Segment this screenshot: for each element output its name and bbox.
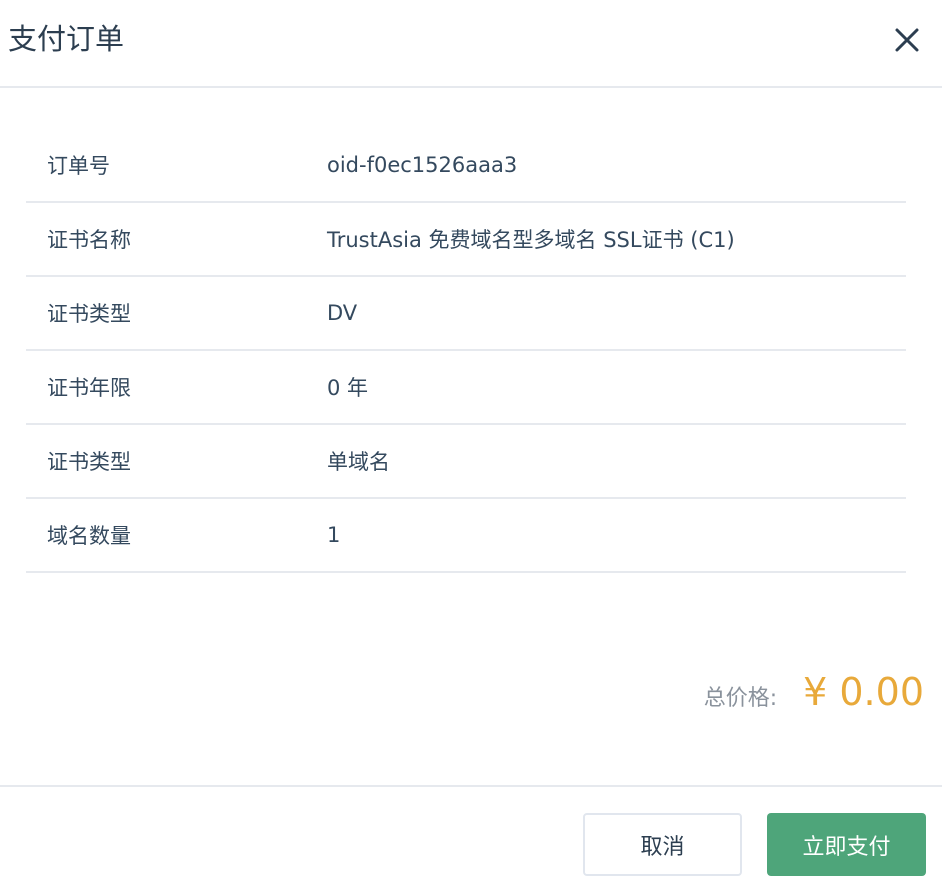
row-label: 订单号 — [47, 154, 110, 178]
cancel-button[interactable]: 取消 — [583, 813, 742, 876]
row-value: 0 年 — [327, 376, 369, 400]
row-value: 单域名 — [327, 450, 390, 474]
footer-divider — [0, 785, 942, 787]
close-icon[interactable] — [893, 26, 921, 54]
row-label: 证书名称 — [47, 228, 131, 252]
total-label: 总价格: — [703, 686, 778, 711]
row-value: 1 — [327, 523, 341, 547]
header-divider — [0, 86, 942, 88]
dialog-title: 支付订单 — [8, 22, 125, 56]
table-row: 域名数量 1 — [26, 499, 906, 573]
table-row: 证书类型 单域名 — [26, 425, 906, 499]
row-label: 证书年限 — [47, 376, 131, 400]
row-label: 域名数量 — [47, 524, 131, 548]
table-row: 订单号 oid-f0ec1526aaa3 — [26, 129, 906, 203]
pay-now-button[interactable]: 立即支付 — [767, 813, 926, 876]
row-value: TrustAsia 免费域名型多域名 SSL证书 (C1) — [327, 228, 735, 252]
table-row: 证书年限 0 年 — [26, 351, 906, 425]
table-row: 证书类型 DV — [26, 277, 906, 351]
total-value: ¥ 0.00 — [803, 670, 924, 714]
order-details-table: 订单号 oid-f0ec1526aaa3 证书名称 TrustAsia 免费域名型多… — [26, 129, 906, 573]
row-label: 证书类型 — [47, 302, 131, 326]
row-value: DV — [327, 301, 358, 325]
row-label: 证书类型 — [47, 450, 131, 474]
table-row: 证书名称 TrustAsia 免费域名型多域名 SSL证书 (C1) — [26, 203, 906, 277]
row-value: oid-f0ec1526aaa3 — [327, 153, 518, 177]
total-price: 总价格: ¥ 0.00 — [704, 670, 924, 714]
